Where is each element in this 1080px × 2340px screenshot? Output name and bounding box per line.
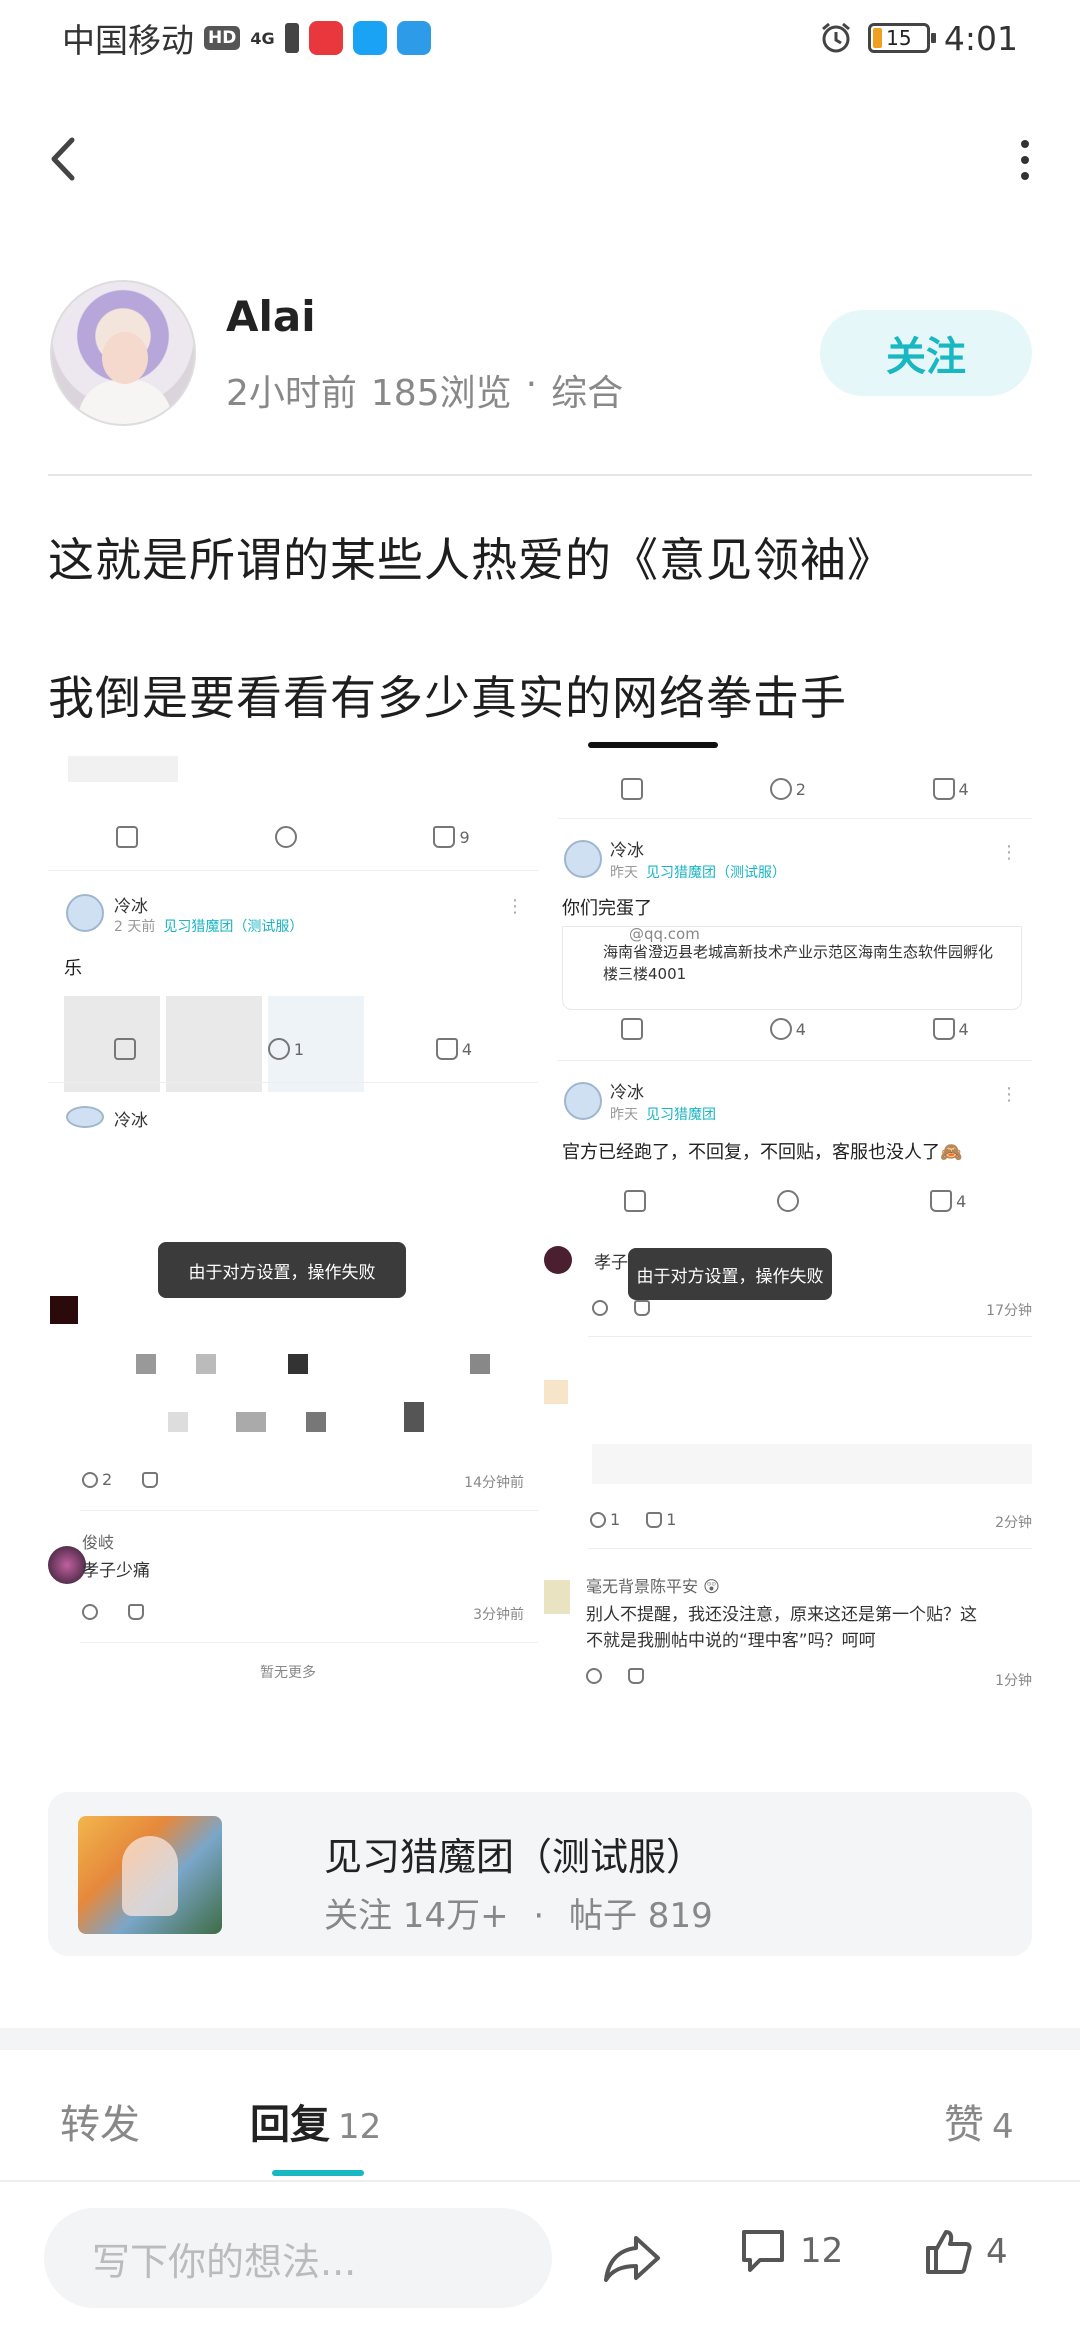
comment-icon bbox=[769, 1018, 792, 1040]
hd-icon: HD bbox=[204, 26, 241, 50]
share-icon bbox=[113, 1038, 136, 1060]
avatar bbox=[564, 1082, 602, 1120]
comment-count: 12 bbox=[800, 2231, 844, 2271]
community-name: 见习猎魔团（测试服） bbox=[324, 1835, 705, 1879]
action-row: 4 4 bbox=[558, 1018, 1032, 1040]
search-app-icon bbox=[352, 21, 387, 55]
share-icon bbox=[116, 826, 139, 848]
like-button[interactable]: 4 bbox=[922, 2226, 1008, 2278]
avatar bbox=[66, 894, 104, 932]
chevron-left-icon bbox=[51, 137, 75, 181]
like-icon bbox=[435, 1038, 458, 1060]
weather-app-icon bbox=[396, 21, 431, 55]
tab-like[interactable]: 赞4 bbox=[944, 2092, 1014, 2150]
comment-icon bbox=[769, 778, 792, 800]
comment-icon bbox=[742, 2230, 784, 2272]
like-icon bbox=[128, 1604, 144, 1620]
comment-icon bbox=[590, 1511, 606, 1528]
comment-icon bbox=[592, 1300, 608, 1316]
like-icon bbox=[646, 1511, 663, 1528]
more-options-button[interactable] bbox=[1010, 132, 1040, 188]
share-icon bbox=[604, 2236, 660, 2282]
like-icon bbox=[433, 826, 456, 848]
share-button[interactable] bbox=[600, 2228, 664, 2288]
tab-reply[interactable]: 回复 12 bbox=[250, 2092, 381, 2150]
alert-icon bbox=[284, 23, 299, 53]
author-name[interactable]: Alai bbox=[226, 292, 316, 341]
like-icon bbox=[930, 1190, 953, 1212]
comment-icon bbox=[776, 1190, 799, 1212]
follow-button[interactable]: 关注 bbox=[820, 310, 1032, 396]
community-stats: 关注 14万+ · 帖子 819 bbox=[324, 1896, 713, 1936]
back-button[interactable] bbox=[40, 124, 90, 194]
like-icon bbox=[932, 778, 955, 800]
action-row: 2 4 bbox=[558, 778, 1032, 800]
section-divider bbox=[0, 2028, 1080, 2050]
avatar bbox=[544, 1246, 572, 1274]
alarm-icon bbox=[821, 22, 850, 53]
thumbs-up-icon bbox=[926, 2230, 972, 2274]
divider bbox=[0, 2180, 1080, 2182]
avatar bbox=[48, 1546, 86, 1584]
post-category: 综合 bbox=[551, 373, 624, 414]
comment-icon bbox=[586, 1668, 602, 1684]
comment-icon bbox=[274, 826, 297, 848]
comment-icon bbox=[267, 1038, 290, 1060]
screenshot-left: 9 冷冰 2 天前 见习猎魔团（测试服） ⋮ 乐 1 4 冷冰 由于对方设置，操… bbox=[48, 742, 538, 1732]
like-icon bbox=[932, 1018, 955, 1040]
action-row: 1 4 bbox=[48, 1038, 538, 1060]
divider bbox=[48, 474, 1032, 476]
post-image[interactable]: 9 冷冰 2 天前 见习猎魔团（测试服） ⋮ 乐 1 4 冷冰 由于对方设置，操… bbox=[48, 742, 1032, 1732]
battery-icon: 15 bbox=[867, 23, 936, 53]
toast-message: 由于对方设置，操作失败 bbox=[628, 1248, 832, 1300]
comment-input[interactable]: 写下你的想法... bbox=[44, 2208, 552, 2308]
like-icon bbox=[634, 1300, 650, 1316]
comment-icon bbox=[82, 1604, 98, 1620]
community-thumbnail bbox=[78, 1816, 222, 1934]
action-row: 9 bbox=[48, 826, 538, 848]
like-count: 4 bbox=[986, 2232, 1008, 2272]
action-row: 4 bbox=[558, 1190, 1032, 1212]
signal-icon: 4G bbox=[250, 28, 275, 48]
author-avatar[interactable] bbox=[50, 280, 196, 426]
status-bar: 中国移动 HD 4G 15 4:01 bbox=[0, 0, 1080, 76]
toast-message: 由于对方设置，操作失败 bbox=[158, 1242, 406, 1298]
active-tab-indicator bbox=[272, 2170, 364, 2176]
view-count: 185浏览 bbox=[370, 373, 512, 414]
screenshot-right: 2 4 冷冰 昨天 见习猎魔团（测试服） ⋮ 你们完蛋了 @qq.com 海南省澄… bbox=[544, 742, 1032, 1732]
post-text-line-1: 这就是所谓的某些人热爱的《意见领袖》 bbox=[48, 533, 894, 587]
post-time: 2小时前 bbox=[226, 373, 357, 414]
share-icon bbox=[621, 1018, 644, 1040]
carrier-name: 中国移动 bbox=[62, 21, 194, 60]
status-icons: HD 4G bbox=[204, 21, 431, 55]
comment-button[interactable]: 12 bbox=[738, 2226, 843, 2276]
comment-icon bbox=[82, 1471, 98, 1488]
like-icon bbox=[142, 1471, 159, 1488]
share-icon bbox=[623, 1190, 646, 1212]
tab-forward[interactable]: 转发 bbox=[60, 2092, 140, 2150]
post-meta: 2小时前 185浏览 · 综合 bbox=[226, 364, 624, 414]
avatar bbox=[544, 1580, 570, 1614]
avatar bbox=[564, 840, 602, 878]
community-card[interactable]: 见习猎魔团（测试服） 关注 14万+ · 帖子 819 bbox=[48, 1792, 1032, 1956]
clock: 4:01 bbox=[943, 18, 1018, 58]
app-notification-icon bbox=[308, 21, 343, 55]
share-icon bbox=[621, 778, 644, 800]
battery-level: 15 bbox=[886, 26, 912, 50]
like-icon bbox=[628, 1668, 644, 1684]
post-text-line-2: 我倒是要看看有多少真实的网络拳击手 bbox=[48, 671, 847, 725]
